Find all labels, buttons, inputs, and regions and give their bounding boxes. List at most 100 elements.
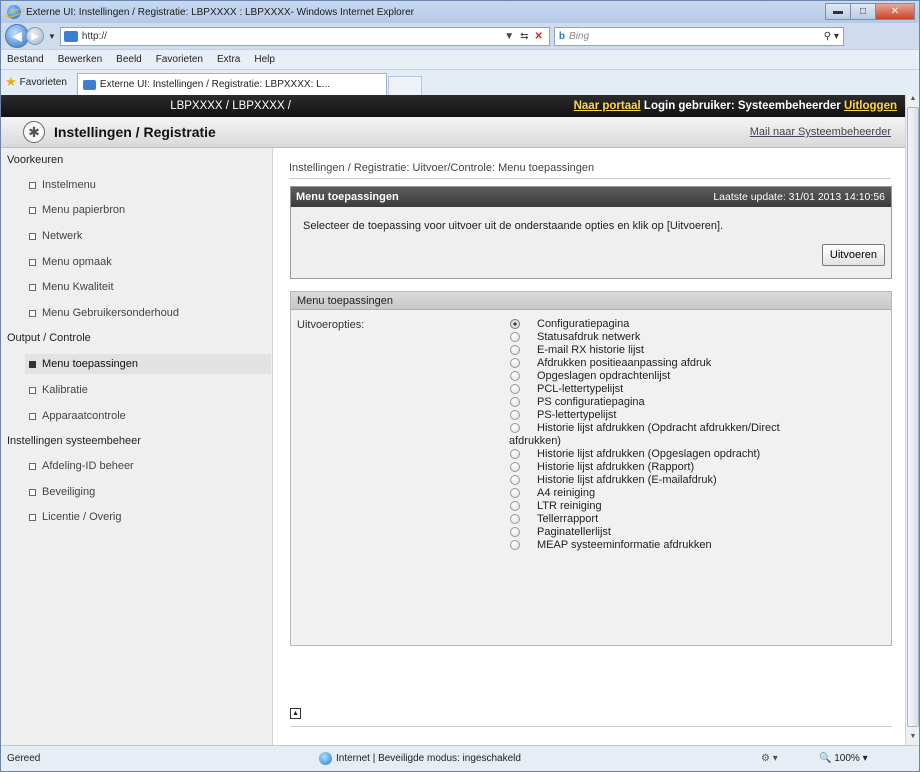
protected-mode-icon[interactable]: ⚙ ▾ xyxy=(761,753,778,764)
radio-option[interactable]: Historie lijst afdrukken (E-mailafdruk) xyxy=(509,474,884,487)
scroll-up-icon[interactable]: ▲ xyxy=(906,95,920,107)
radio-button[interactable] xyxy=(510,332,520,342)
tab-active[interactable]: Externe UI: Instellingen / Registratie: … xyxy=(76,73,387,95)
maximize-button[interactable]: □ xyxy=(850,3,876,20)
sidebar-item-label: Apparaatcontrole xyxy=(42,410,126,422)
sidebar-item-applications[interactable]: Menu toepassingen xyxy=(25,354,271,374)
radio-option[interactable]: PS-lettertypelijst xyxy=(509,409,884,422)
settings-gear-icon: ✱ xyxy=(23,121,45,143)
star-icon: ★ xyxy=(5,74,17,89)
favorites-button[interactable]: ★ Favorieten xyxy=(5,71,67,93)
radio-option[interactable]: Historie lijst afdrukken (Opgeslagen opd… xyxy=(509,448,884,461)
sidebar-item-user-maintenance[interactable]: Menu Gebruikersonderhoud xyxy=(29,307,179,319)
sidebar-item-security[interactable]: Beveiliging xyxy=(29,486,95,498)
menu-tools[interactable]: Extra xyxy=(217,54,240,65)
radio-button[interactable] xyxy=(510,449,520,459)
radio-option[interactable]: LTR reiniging xyxy=(509,500,884,513)
radio-option[interactable]: A4 reiniging xyxy=(509,487,884,500)
radio-option[interactable]: Tellerrapport xyxy=(509,513,884,526)
browser-window: Externe UI: Instellingen / Registratie: … xyxy=(0,0,920,772)
menu-help[interactable]: Help xyxy=(254,54,275,65)
radio-button-selected[interactable] xyxy=(510,319,520,329)
scroll-thumb[interactable] xyxy=(907,107,919,727)
radio-option[interactable]: E-mail RX historie lijst xyxy=(509,344,884,357)
radio-button[interactable] xyxy=(510,384,520,394)
logout-link[interactable]: Uitloggen xyxy=(844,100,897,112)
history-dropdown-icon[interactable]: ▼ xyxy=(48,32,56,41)
address-input[interactable]: http:// xyxy=(82,31,107,42)
radio-option[interactable]: MEAP systeeminformatie afdrukken xyxy=(509,539,884,552)
security-zone[interactable]: Internet | Beveiligde modus: ingeschakel… xyxy=(319,752,521,765)
option-label: Afdrukken positieaanpassing afdruk xyxy=(537,357,712,369)
scroll-down-icon[interactable]: ▼ xyxy=(906,733,920,745)
radio-option[interactable]: Configuratiepagina xyxy=(509,318,884,331)
search-input[interactable]: Bing xyxy=(569,31,589,42)
radio-option[interactable]: PCL-lettertypelijst xyxy=(509,383,884,396)
radio-option[interactable]: PS configuratiepagina xyxy=(509,396,884,409)
radio-button[interactable] xyxy=(510,462,520,472)
radio-button[interactable] xyxy=(510,514,520,524)
radio-button[interactable] xyxy=(510,410,520,420)
search-icon[interactable]: ⚲ ▾ xyxy=(824,31,839,42)
radio-button[interactable] xyxy=(510,371,520,381)
sidebar-item-department-id[interactable]: Afdeling-ID beheer xyxy=(29,460,134,472)
radio-button[interactable] xyxy=(510,358,520,368)
menu-edit[interactable]: Bewerken xyxy=(58,54,102,65)
menu-file[interactable]: Bestand xyxy=(7,54,44,65)
sidebar-item-label: Instelmenu xyxy=(42,179,96,191)
sidebar-item-label: Menu Kwaliteit xyxy=(42,281,114,293)
sidebar-item-label: Licentie / Overig xyxy=(42,511,122,523)
new-tab-button[interactable] xyxy=(387,76,422,95)
zoom-level[interactable]: 🔍 100% ▾ xyxy=(819,753,868,764)
radio-button[interactable] xyxy=(510,345,520,355)
bullet-icon xyxy=(29,462,36,470)
search-box[interactable]: b Bing ⚲ ▾ xyxy=(553,26,844,46)
radio-option[interactable]: Afdrukken positieaanpassing afdruk xyxy=(509,357,884,370)
minimize-button[interactable]: ▬ xyxy=(825,3,851,20)
menu-view[interactable]: Beeld xyxy=(116,54,142,65)
forward-button[interactable]: ▶ xyxy=(26,27,44,45)
stop-icon[interactable]: ✕ xyxy=(535,31,543,42)
radio-button[interactable] xyxy=(510,540,520,550)
address-bar[interactable]: http:// ▼ ⇆ ✕ xyxy=(59,26,550,46)
header-right: Naar portaal Login gebruiker: Systeembeh… xyxy=(574,100,897,112)
option-label: Historie lijst afdrukken (E-mailafdruk) xyxy=(537,474,717,486)
sidebar-item-device-control[interactable]: Apparaatcontrole xyxy=(29,410,126,422)
sidebar-item-calibration[interactable]: Kalibratie xyxy=(29,384,88,396)
vertical-scrollbar[interactable]: ▲ ▼ xyxy=(905,95,919,745)
sidebar-item-paper-source[interactable]: Menu papierbron xyxy=(29,204,125,216)
sidebar-item-network[interactable]: Netwerk xyxy=(29,230,82,242)
radio-option[interactable]: Statusafdruk netwerk xyxy=(509,331,884,344)
sidebar-section-output-control: Output / Controle xyxy=(7,332,91,344)
option-label: LTR reiniging xyxy=(537,500,602,512)
radio-option[interactable]: Historie lijst afdrukken (Rapport) xyxy=(509,461,884,474)
mail-admin-link[interactable]: Mail naar Systeembeheerder xyxy=(750,126,891,138)
option-label: Historie lijst afdrukken (Opdracht afdru… xyxy=(537,422,780,434)
sidebar-item-label: Afdeling-ID beheer xyxy=(42,460,134,472)
option-label: PS-lettertypelijst xyxy=(537,409,617,421)
sidebar-item-quality[interactable]: Menu Kwaliteit xyxy=(29,281,114,293)
sidebar-item-layout[interactable]: Menu opmaak xyxy=(29,256,112,268)
title-bar: Externe UI: Instellingen / Registratie: … xyxy=(1,1,919,23)
window-title: Externe UI: Instellingen / Registratie: … xyxy=(26,6,414,18)
radio-button[interactable] xyxy=(510,423,520,433)
portal-link[interactable]: Naar portaal xyxy=(574,100,641,112)
login-user-label: Login gebruiker: Systeembeheerder xyxy=(643,100,841,112)
sidebar-item-license-other[interactable]: Licentie / Overig xyxy=(29,511,121,523)
sidebar-item-instelmenu[interactable]: Instelmenu xyxy=(29,179,96,191)
radio-button[interactable] xyxy=(510,527,520,537)
bullet-icon xyxy=(29,513,36,521)
radio-option[interactable]: Paginatellerlijst xyxy=(509,526,884,539)
close-button[interactable]: ✕ xyxy=(875,3,915,20)
menu-favorites[interactable]: Favorieten xyxy=(156,54,203,65)
radio-button[interactable] xyxy=(510,475,520,485)
radio-button[interactable] xyxy=(510,501,520,511)
address-dropdown-icon[interactable]: ▼ xyxy=(504,31,514,42)
radio-button[interactable] xyxy=(510,397,520,407)
back-to-top-icon[interactable]: ▲ xyxy=(290,708,301,719)
radio-button[interactable] xyxy=(510,488,520,498)
refresh-icon[interactable]: ⇆ xyxy=(520,31,528,42)
radio-option[interactable]: Historie lijst afdrukken (Opdracht afdru… xyxy=(509,422,884,448)
radio-option[interactable]: Opgeslagen opdrachtenlijst xyxy=(509,370,884,383)
execute-button[interactable]: Uitvoeren xyxy=(821,244,885,266)
